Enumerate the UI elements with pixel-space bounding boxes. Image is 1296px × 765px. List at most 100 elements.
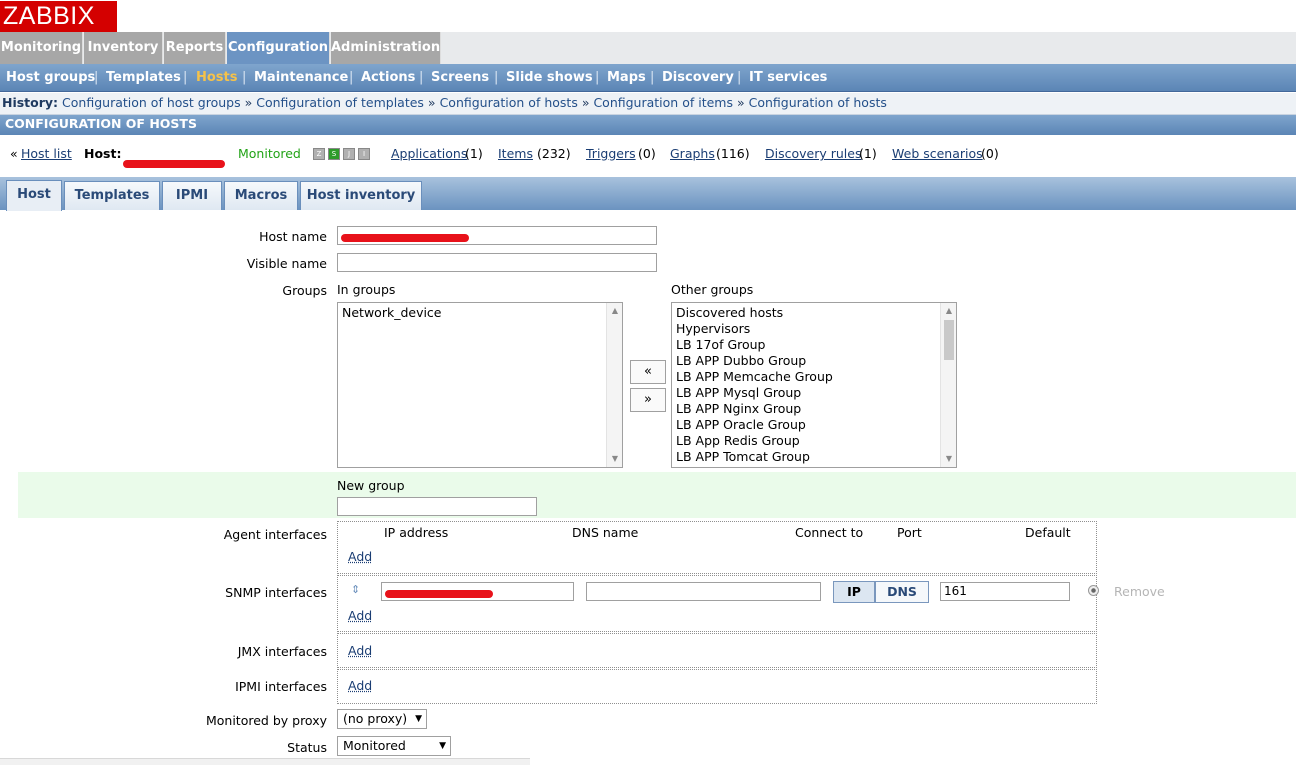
chevron-down-icon: ▼ [415, 714, 422, 724]
ipmi-status-icon: I [358, 148, 370, 160]
submenu-maps[interactable]: Maps [607, 64, 646, 92]
list-item[interactable]: LB 17of Group [672, 337, 956, 353]
submenu-host-groups[interactable]: Host groups [6, 64, 95, 92]
history-link[interactable]: Configuration of templates [256, 95, 424, 110]
proxy-select-value: (no proxy) [343, 711, 408, 726]
submenu-maintenance[interactable]: Maintenance [254, 64, 348, 92]
discovery-rules-link[interactable]: Discovery rules [765, 141, 861, 167]
remove-link[interactable]: Remove [1114, 584, 1165, 599]
list-item[interactable]: LB APP Dubbo Group [672, 353, 956, 369]
triggers-count: (0) [638, 146, 656, 161]
tab-host[interactable]: Host [6, 180, 62, 211]
history-link[interactable]: Configuration of hosts [440, 95, 578, 110]
submenu-templates[interactable]: Templates [106, 64, 181, 92]
proxy-select[interactable]: (no proxy) ▼ [337, 709, 427, 729]
connect-dns-button[interactable]: DNS [875, 581, 929, 603]
move-right-button[interactable]: » [630, 388, 666, 412]
submenu-hosts[interactable]: Hosts [196, 64, 238, 92]
chevron-down-icon: ▼ [439, 741, 446, 751]
add-agent-interface-link[interactable]: Add [348, 549, 372, 564]
add-snmp-interface-link[interactable]: Add [348, 608, 372, 623]
agent-interfaces-label: Agent interfaces [223, 527, 327, 542]
host-name-input[interactable] [337, 226, 657, 245]
tabs-bar: Host Templates IPMI Macros Host inventor… [0, 177, 1296, 211]
submenu-discovery[interactable]: Discovery [662, 64, 734, 92]
history-link[interactable]: Configuration of items [593, 95, 733, 110]
drag-handle-icon[interactable]: ⇕ [351, 583, 360, 596]
status-select-value: Monitored [343, 738, 406, 753]
add-ipmi-interface-link[interactable]: Add [348, 678, 372, 693]
scroll-up-icon[interactable]: ▲ [941, 303, 956, 319]
scroll-down-icon[interactable]: ▼ [607, 451, 622, 467]
host-list-link[interactable]: Host list [21, 141, 72, 167]
menu-reports[interactable]: Reports [164, 32, 226, 64]
snmp-ip-input[interactable] [381, 582, 574, 601]
discovery-rules-count: (1) [859, 146, 877, 161]
in-groups-listbox[interactable]: Network_device ▲ ▼ [337, 302, 623, 468]
new-group-input[interactable] [337, 497, 537, 516]
snmp-dns-input[interactable] [586, 582, 821, 601]
host-list-prefix: « [10, 146, 18, 161]
list-item[interactable]: Discovered hosts [672, 305, 956, 321]
in-groups-scrollbar[interactable]: ▲ ▼ [606, 303, 622, 467]
menu-monitoring[interactable]: Monitoring [0, 32, 83, 64]
snmp-status-icon: S [328, 148, 340, 160]
list-item[interactable]: Hypervisors [672, 321, 956, 337]
history-separator: » [244, 95, 253, 110]
add-jmx-interface-link[interactable]: Add [348, 643, 372, 658]
history-link[interactable]: Configuration of host groups [62, 95, 241, 110]
triggers-link[interactable]: Triggers [586, 141, 636, 167]
move-left-button[interactable]: « [630, 360, 666, 384]
jmx-interfaces-box [337, 633, 1097, 668]
submenu-actions[interactable]: Actions [361, 64, 415, 92]
ip-address-header: IP address [384, 525, 449, 540]
items-link[interactable]: Items [498, 141, 533, 167]
scroll-down-icon[interactable]: ▼ [941, 451, 956, 467]
list-item[interactable]: LB APP Nginx Group [672, 401, 956, 417]
list-item[interactable]: LB APP Tomcat Group [672, 449, 956, 465]
history-link[interactable]: Configuration of hosts [749, 95, 887, 110]
snmp-port-input[interactable]: 161 [940, 582, 1070, 601]
menu-inventory[interactable]: Inventory [84, 32, 163, 64]
list-item[interactable]: LB App Redis Group [672, 433, 956, 449]
connect-ip-button[interactable]: IP [833, 581, 875, 603]
redacted-host-name [123, 150, 225, 176]
sub-menu: Host groups | Templates | Hosts | Mainte… [0, 64, 1296, 92]
zabbix-logo[interactable]: ZABBIX [0, 1, 117, 32]
tab-macros[interactable]: Macros [224, 181, 298, 210]
menu-administration[interactable]: Administration [331, 32, 441, 64]
default-interface-radio[interactable] [1088, 585, 1099, 596]
list-item[interactable]: LB APP Memcache Group [672, 369, 956, 385]
new-group-row [18, 472, 1296, 518]
bottom-tooltip-bar [0, 758, 530, 765]
list-item[interactable]: Network_device [338, 305, 622, 321]
snmp-interfaces-label: SNMP interfaces [225, 585, 327, 600]
other-groups-listbox[interactable]: Discovered hosts Hypervisors LB 17of Gro… [671, 302, 957, 468]
other-groups-scrollbar[interactable]: ▲ ▼ [940, 303, 956, 467]
other-groups-label: Other groups [671, 282, 754, 297]
menu-configuration[interactable]: Configuration [227, 32, 330, 64]
list-item[interactable]: LB APP Oracle Group [672, 417, 956, 433]
list-item[interactable]: LB APP Mysql Group [672, 385, 956, 401]
scroll-up-icon[interactable]: ▲ [607, 303, 622, 319]
tab-ipmi[interactable]: IPMI [162, 181, 222, 210]
applications-link[interactable]: Applications [391, 141, 467, 167]
jmx-status-icon: J [343, 148, 355, 160]
submenu-slide-shows[interactable]: Slide shows [506, 64, 593, 92]
submenu-screens[interactable]: Screens [431, 64, 489, 92]
submenu-it-services[interactable]: IT services [749, 64, 827, 92]
submenu-separator: | [419, 70, 424, 85]
scrollbar-thumb[interactable] [944, 320, 954, 360]
logo-bar: ZABBIX [0, 0, 1296, 32]
submenu-separator: | [650, 70, 655, 85]
status-select[interactable]: Monitored ▼ [337, 736, 451, 756]
tab-host-inventory[interactable]: Host inventory [300, 181, 422, 210]
tab-templates[interactable]: Templates [64, 181, 160, 210]
graphs-link[interactable]: Graphs [670, 141, 715, 167]
visible-name-input[interactable] [337, 253, 657, 272]
connect-to-header: Connect to [795, 525, 864, 540]
submenu-separator: | [349, 70, 354, 85]
applications-count: (1) [465, 146, 483, 161]
groups-label: Groups [282, 283, 327, 298]
web-scenarios-link[interactable]: Web scenarios [892, 141, 983, 167]
